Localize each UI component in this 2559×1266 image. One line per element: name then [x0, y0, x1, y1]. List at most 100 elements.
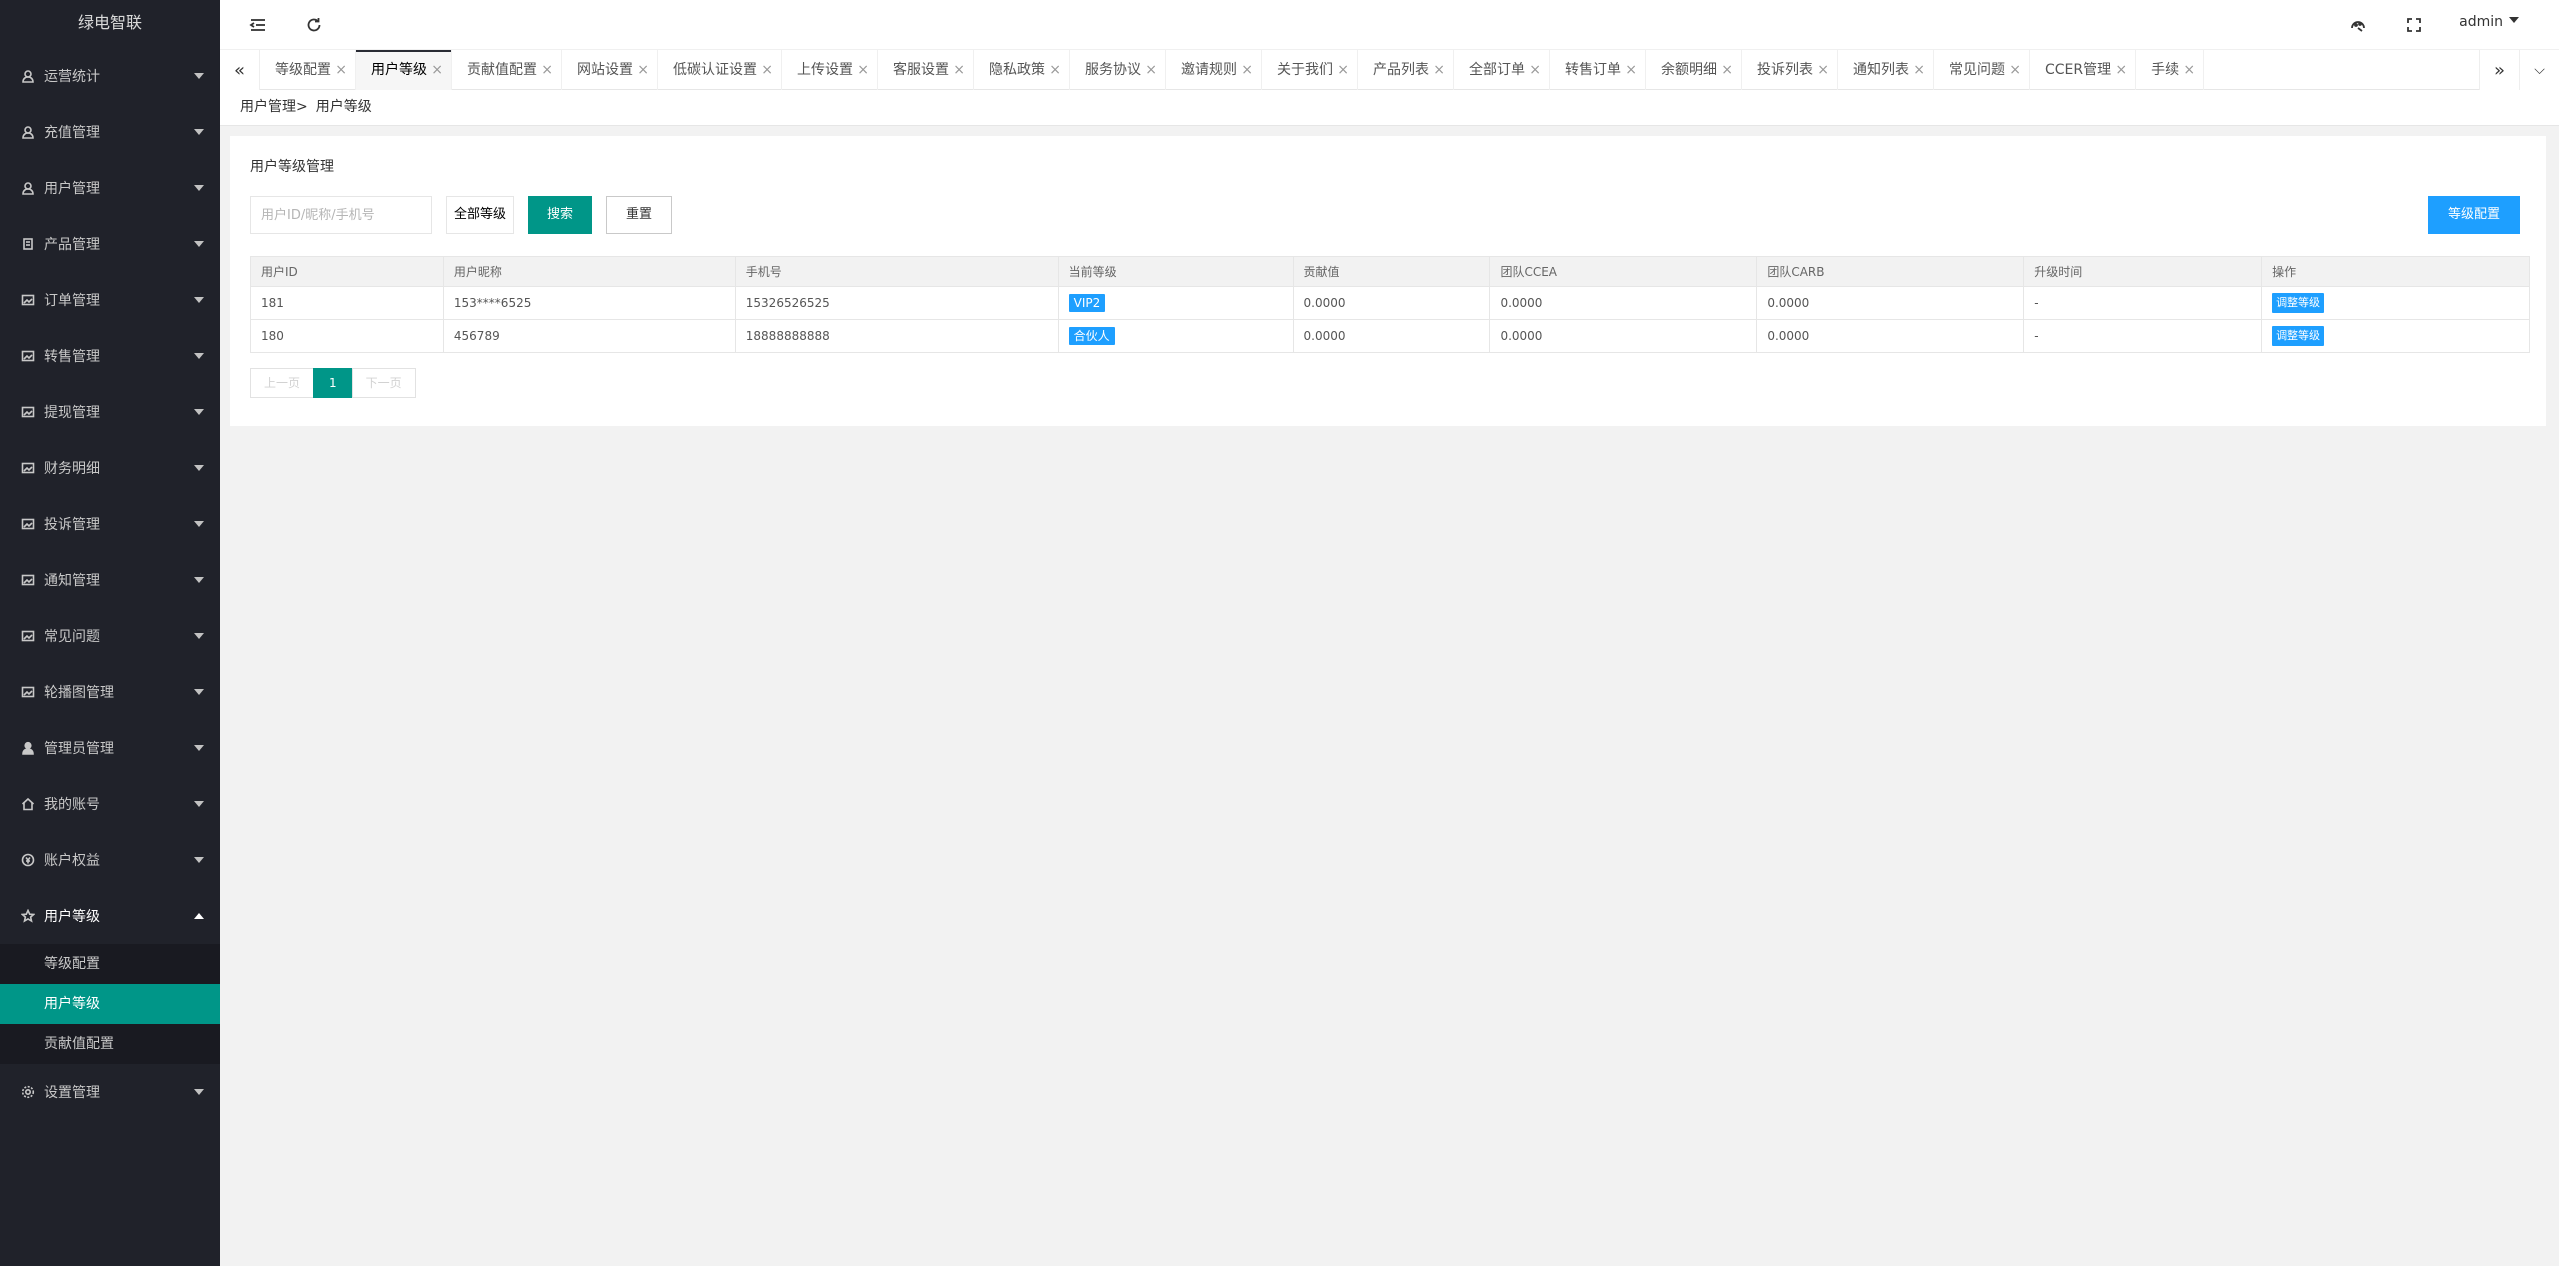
tab-17[interactable]: 常见问题 ×: [1934, 50, 2030, 90]
collapse-menu-icon[interactable]: [246, 13, 270, 37]
sidebar-item-3[interactable]: 产品管理: [0, 216, 220, 272]
tabs-scroll-right-icon[interactable]: »: [2479, 50, 2519, 90]
theme-icon[interactable]: [2346, 13, 2370, 37]
sidebar-item-11[interactable]: 轮播图管理: [0, 664, 220, 720]
sidebar-item-0[interactable]: 运营统计: [0, 48, 220, 104]
tab-label: 转售订单: [1565, 62, 1621, 78]
tab-18[interactable]: CCER管理 ×: [2030, 50, 2137, 90]
close-icon[interactable]: ×: [1241, 50, 1253, 90]
sidebar-item-13[interactable]: 我的账号: [0, 776, 220, 832]
close-icon[interactable]: ×: [1529, 50, 1541, 90]
next-page-button[interactable]: 下一页: [351, 368, 416, 398]
action-cell: 调整等级: [2261, 319, 2530, 353]
search-button[interactable]: 搜索: [528, 196, 592, 234]
level-config-button[interactable]: 等级配置: [2428, 196, 2520, 234]
panel-title: 用户等级管理: [250, 159, 334, 175]
prev-page-button[interactable]: 上一页: [250, 368, 315, 398]
recharge-icon: [20, 124, 36, 140]
submenu-item-1[interactable]: 用户等级: [0, 984, 220, 1024]
sidebar-item-label: 设置管理: [44, 1085, 100, 1101]
tab-12[interactable]: 全部订单 ×: [1454, 50, 1550, 90]
chevron-down-icon: [194, 129, 204, 135]
top-header: admin: [220, 0, 2559, 50]
reset-button[interactable]: 重置: [606, 196, 672, 234]
sidebar-item-1[interactable]: 充值管理: [0, 104, 220, 160]
tab-4[interactable]: 低碳认证设置 ×: [658, 50, 782, 90]
tab-19[interactable]: 手续 ×: [2136, 50, 2205, 90]
column-header: 贡献值: [1292, 256, 1491, 287]
close-icon[interactable]: ×: [761, 50, 773, 90]
close-icon[interactable]: ×: [637, 50, 649, 90]
fullscreen-icon[interactable]: [2402, 13, 2426, 37]
sidebar-item-4[interactable]: 订单管理: [0, 272, 220, 328]
sidebar-item-8[interactable]: 投诉管理: [0, 496, 220, 552]
tab-8[interactable]: 服务协议 ×: [1070, 50, 1166, 90]
tab-10[interactable]: 关于我们 ×: [1262, 50, 1358, 90]
close-icon[interactable]: ×: [1145, 50, 1157, 90]
sidebar-item-label: 账户权益: [44, 853, 100, 869]
close-icon[interactable]: ×: [953, 50, 965, 90]
breadcrumb-parent[interactable]: 用户管理>: [240, 99, 308, 115]
sidebar-item-9[interactable]: 通知管理: [0, 552, 220, 608]
chevron-down-icon: [194, 745, 204, 751]
chevron-down-icon: [194, 521, 204, 527]
tabs-scroll-left-icon[interactable]: «: [220, 50, 260, 90]
sidebar-item-15[interactable]: 用户等级: [0, 888, 220, 944]
tab-16[interactable]: 通知列表 ×: [1838, 50, 1934, 90]
sidebar-item-6[interactable]: 提现管理: [0, 384, 220, 440]
close-icon[interactable]: ×: [1625, 50, 1637, 90]
close-icon[interactable]: ×: [1721, 50, 1733, 90]
tab-0[interactable]: 等级配置 ×: [260, 50, 356, 90]
sidebar-item-2[interactable]: 用户管理: [0, 160, 220, 216]
tab-13[interactable]: 转售订单 ×: [1550, 50, 1646, 90]
close-icon[interactable]: ×: [2009, 50, 2021, 90]
tab-7[interactable]: 隐私政策 ×: [974, 50, 1070, 90]
sidebar-item-5[interactable]: 转售管理: [0, 328, 220, 384]
sidebar-item-settings[interactable]: 设置管理: [0, 1064, 220, 1120]
tab-2[interactable]: 贡献值配置 ×: [452, 50, 562, 90]
close-icon[interactable]: ×: [1337, 50, 1349, 90]
refresh-icon[interactable]: [302, 13, 326, 37]
tabs-menu-chevron-down-icon[interactable]: ⌵: [2519, 50, 2559, 90]
close-icon[interactable]: ×: [2183, 50, 2195, 90]
home-icon: [20, 796, 36, 812]
tab-9[interactable]: 邀请规则 ×: [1166, 50, 1262, 90]
sidebar-item-14[interactable]: 账户权益: [0, 832, 220, 888]
sidebar: 绿电智联 运营统计 充值管理 用户管理 产品管理 订单管理 转售管理 提现管理 财务明细 投诉管…: [0, 0, 220, 1266]
submenu-item-0[interactable]: 等级配置: [0, 944, 220, 984]
close-icon[interactable]: ×: [335, 50, 347, 90]
page-number-button[interactable]: 1: [313, 368, 353, 398]
tab-5[interactable]: 上传设置 ×: [782, 50, 878, 90]
action-cell: 调整等级: [2261, 286, 2530, 320]
sidebar-item-10[interactable]: 常见问题: [0, 608, 220, 664]
close-icon[interactable]: ×: [1913, 50, 1925, 90]
tab-6[interactable]: 客服设置 ×: [878, 50, 974, 90]
adjust-level-button[interactable]: 调整等级: [2272, 326, 2325, 346]
tab-3[interactable]: 网站设置 ×: [562, 50, 658, 90]
tab-15[interactable]: 投诉列表 ×: [1742, 50, 1838, 90]
adjust-level-button[interactable]: 调整等级: [2272, 293, 2325, 313]
sidebar-item-12[interactable]: 管理员管理: [0, 720, 220, 776]
column-header: 操作: [2261, 256, 2530, 287]
tab-label: 邀请规则: [1181, 62, 1237, 78]
close-icon[interactable]: ×: [541, 50, 553, 90]
level-select[interactable]: 全部等级: [446, 196, 514, 234]
tab-14[interactable]: 余额明细 ×: [1646, 50, 1742, 90]
chevron-down-icon: [194, 1089, 204, 1095]
close-icon[interactable]: ×: [1049, 50, 1061, 90]
close-icon[interactable]: ×: [1433, 50, 1445, 90]
tab-11[interactable]: 产品列表 ×: [1358, 50, 1454, 90]
close-icon[interactable]: ×: [1817, 50, 1829, 90]
submenu-item-2[interactable]: 贡献值配置: [0, 1024, 220, 1064]
close-icon[interactable]: ×: [2115, 50, 2127, 90]
tab-label: 通知列表: [1853, 62, 1909, 78]
close-icon[interactable]: ×: [857, 50, 869, 90]
search-input[interactable]: [250, 196, 432, 234]
tab-1[interactable]: 用户等级 ×: [356, 50, 452, 90]
tab-label: 投诉列表: [1757, 62, 1813, 78]
tab-label: 贡献值配置: [467, 62, 537, 78]
close-icon[interactable]: ×: [431, 50, 443, 90]
user-menu[interactable]: admin: [2459, 14, 2519, 30]
sidebar-item-7[interactable]: 财务明细: [0, 440, 220, 496]
tab-label: 关于我们: [1277, 62, 1333, 78]
